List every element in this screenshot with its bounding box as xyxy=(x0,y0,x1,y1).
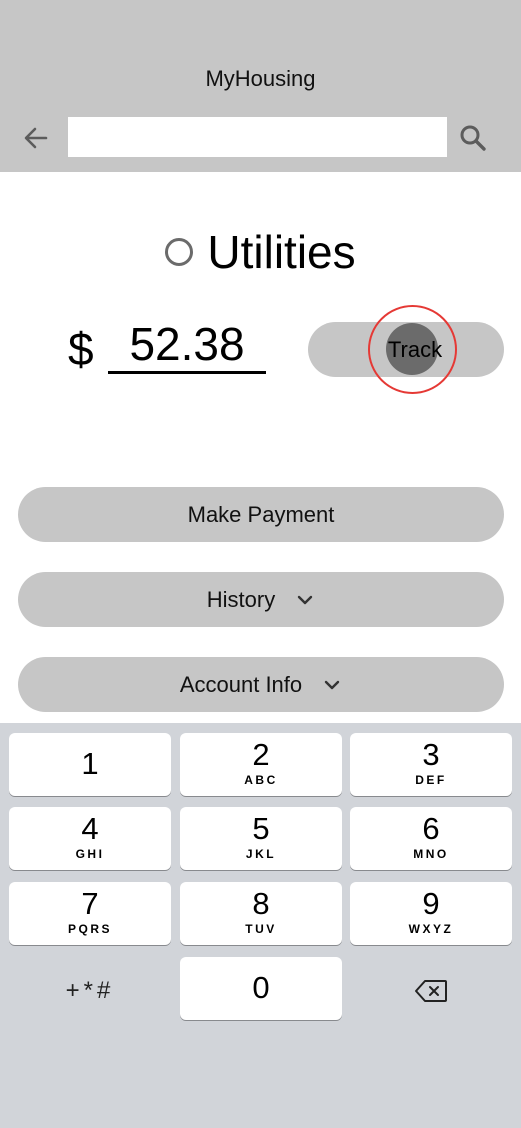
key-8[interactable]: 8 TUV xyxy=(180,882,342,945)
category-label: Utilities xyxy=(207,226,356,278)
search-input[interactable] xyxy=(68,117,447,157)
track-button[interactable] xyxy=(308,322,504,377)
currency-symbol: $ xyxy=(68,323,94,375)
key-number: 5 xyxy=(252,811,270,846)
symbols-key[interactable]: +*# xyxy=(9,959,171,1022)
key-1[interactable]: 1 xyxy=(9,733,171,796)
key-letters: WXYZ xyxy=(408,922,454,936)
key-number: 0 xyxy=(252,970,270,1005)
chevron-down-icon xyxy=(298,595,313,604)
key-number: 7 xyxy=(81,886,99,921)
history-button[interactable]: History xyxy=(18,572,504,627)
key-number: 6 xyxy=(422,811,440,846)
app-title: MyHousing xyxy=(205,66,316,91)
key-number: 8 xyxy=(252,886,270,921)
arrow-left-icon[interactable] xyxy=(22,124,50,152)
key-letters: JKL xyxy=(245,847,277,861)
backspace-key[interactable] xyxy=(350,959,512,1022)
category-radio-button[interactable] xyxy=(165,238,194,266)
make-payment-label: Make Payment xyxy=(187,501,335,527)
key-letters: ABC xyxy=(244,773,278,787)
amount-field[interactable] xyxy=(108,318,266,374)
key-9[interactable]: 9 WXYZ xyxy=(350,882,512,945)
make-payment-button[interactable]: Make Payment xyxy=(18,487,504,542)
key-6[interactable]: 6 MNO xyxy=(350,807,512,870)
account-info-button[interactable]: Account Info xyxy=(18,657,504,712)
key-letters: DEF xyxy=(415,773,447,787)
key-letters: TUV xyxy=(245,922,277,936)
key-5[interactable]: 5 JKL xyxy=(180,807,342,870)
key-4[interactable]: 4 GHI xyxy=(9,807,171,870)
amount-input[interactable] xyxy=(108,318,266,370)
key-3[interactable]: 3 DEF xyxy=(350,733,512,796)
key-number: 4 xyxy=(81,811,99,846)
key-number: 1 xyxy=(81,746,99,781)
account-info-label: Account Info xyxy=(179,671,303,697)
key-number: 2 xyxy=(252,737,270,772)
chevron-down-icon xyxy=(324,680,340,689)
key-letters: PQRS xyxy=(67,922,112,936)
category-selector[interactable]: Utilities xyxy=(0,222,521,282)
key-letters: GHI xyxy=(75,847,105,861)
search-icon[interactable] xyxy=(458,123,488,153)
backspace-icon xyxy=(415,979,447,1002)
app-header: MyHousing xyxy=(0,0,521,172)
history-label: History xyxy=(206,586,276,612)
key-number: 3 xyxy=(422,737,440,772)
numeric-keyboard: 1 2 ABC 3 DEF 4 GHI 5 JKL 6 MNO 7 PQRS 8… xyxy=(0,723,521,1128)
key-0[interactable]: 0 xyxy=(180,957,342,1020)
key-2[interactable]: 2 ABC xyxy=(180,733,342,796)
key-7[interactable]: 7 PQRS xyxy=(9,882,171,945)
key-letters: MNO xyxy=(413,847,449,861)
key-number: 9 xyxy=(422,886,440,921)
